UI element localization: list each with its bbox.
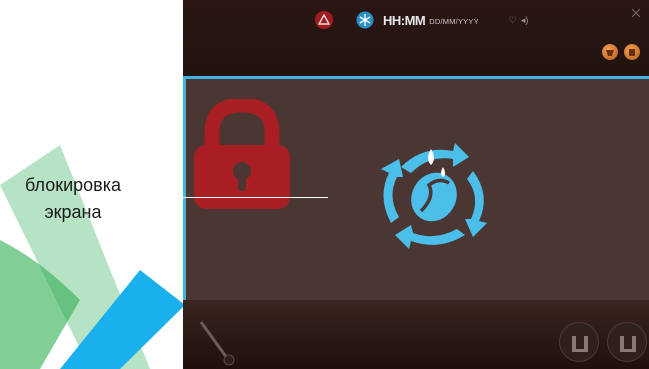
recipe-icon — [606, 50, 614, 56]
single-cup-button[interactable] — [559, 322, 599, 362]
profile-icon — [629, 49, 635, 56]
padlock-icon — [194, 99, 290, 209]
status-mini-icons: ♡ ◂) — [509, 15, 529, 26]
heart-icon: ♡ — [508, 14, 517, 25]
alert-icon[interactable] — [313, 10, 335, 30]
date-display: DD/MM/YYYY — [429, 17, 479, 26]
annotation-line-2: экрана — [44, 202, 102, 222]
cup-icon — [572, 336, 588, 352]
callout-leader — [128, 197, 328, 198]
screen-lock-overlay[interactable] — [183, 76, 649, 300]
descaling-cycle-icon — [381, 143, 487, 249]
recipe-button[interactable] — [602, 44, 618, 60]
time-display: HH:MM — [383, 12, 426, 28]
status-bar: HH:MM DD/MM/YYYY ♡ ◂) — [183, 0, 649, 40]
status-center: HH:MM DD/MM/YYYY ♡ ◂) — [313, 10, 528, 30]
screen-lock-annotation: блокировка экрана — [9, 172, 137, 226]
profile-button[interactable] — [624, 44, 640, 60]
steam-wand-icon — [199, 321, 235, 366]
annotation-line-1: блокировка — [24, 175, 121, 195]
speaker-icon: ◂) — [520, 14, 529, 25]
snowflake-icon[interactable] — [355, 10, 375, 30]
double-cup-button[interactable] — [607, 322, 647, 362]
cup-icon — [620, 336, 636, 352]
close-icon[interactable] — [631, 8, 641, 18]
device-screen: HH:MM DD/MM/YYYY ♡ ◂) — [183, 0, 649, 369]
